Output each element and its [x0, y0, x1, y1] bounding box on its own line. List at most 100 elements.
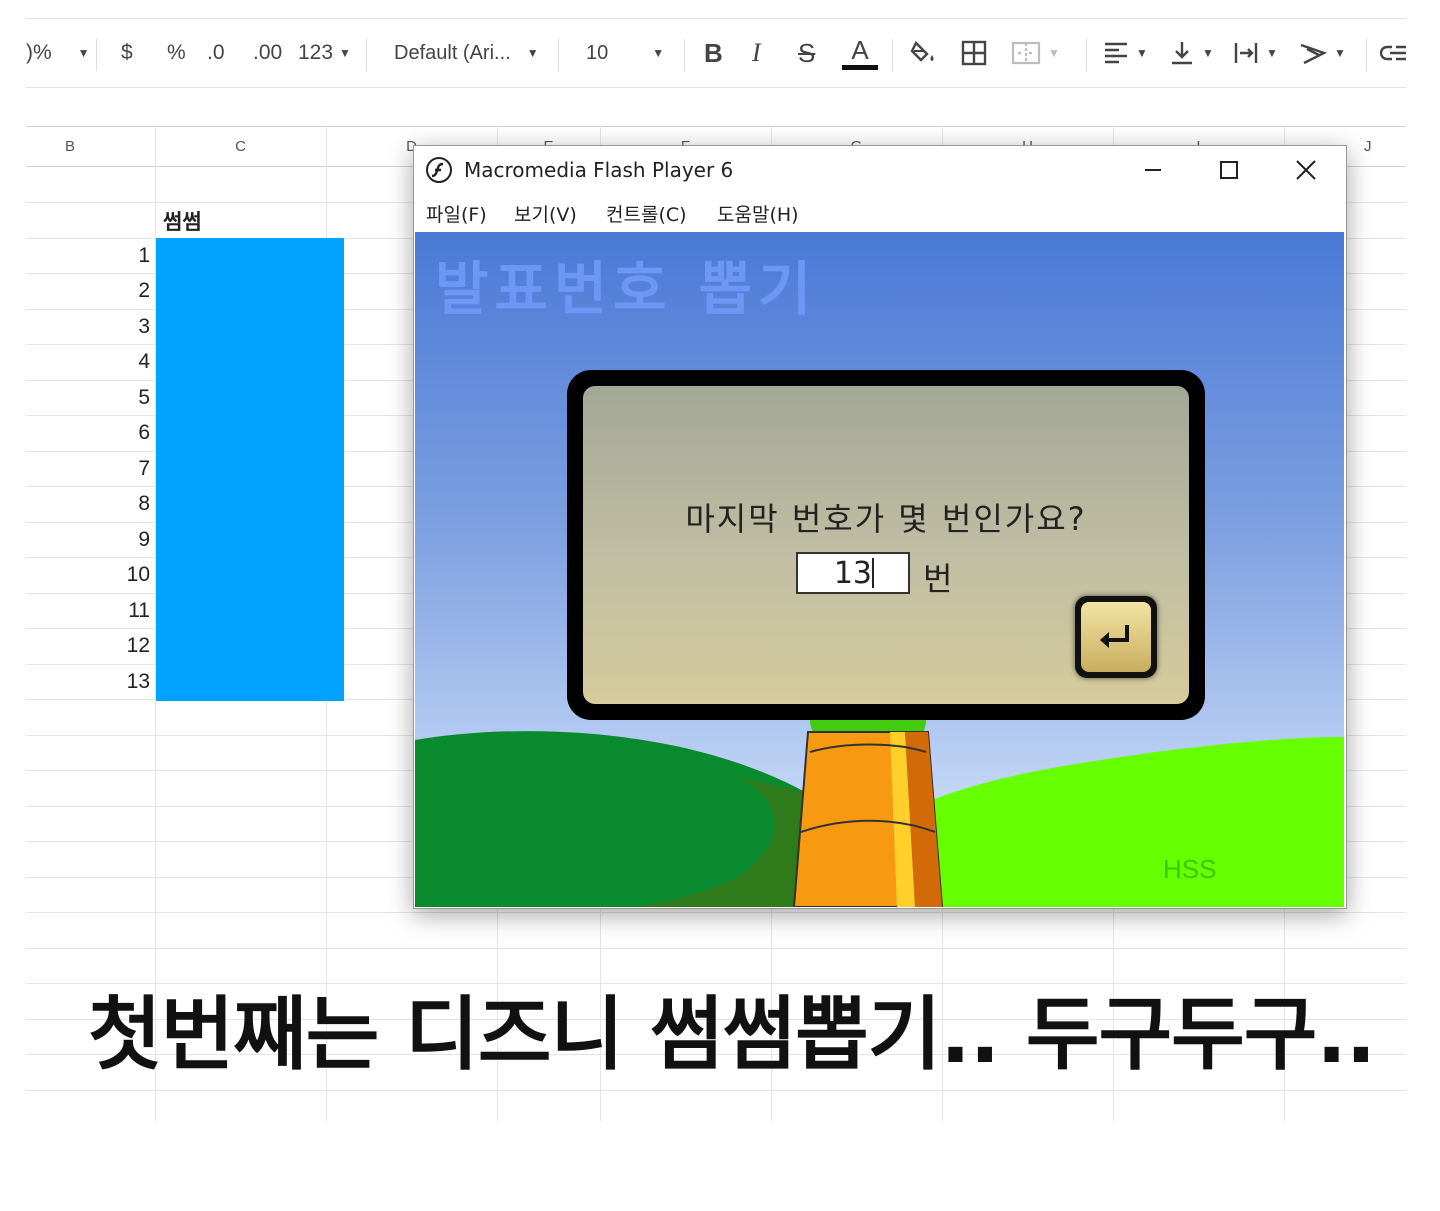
increase-decimal-button[interactable]: .00	[253, 19, 282, 87]
grid-line	[26, 1090, 1406, 1091]
question-panel: 마지막 번호가 몇 번인가요? 13 번	[567, 370, 1205, 720]
strikethrough-button[interactable]: S	[798, 19, 815, 87]
text-rotation-dropdown[interactable]: ▼	[1298, 19, 1346, 87]
grid-line	[26, 948, 1406, 949]
header-cell[interactable]: 썸썸	[163, 206, 202, 236]
list-item[interactable]: 6	[26, 421, 150, 445]
more-formats-label: 123	[298, 41, 334, 64]
list-item[interactable]: 12	[26, 634, 150, 658]
number-unit-label: 번	[923, 560, 953, 598]
italic-button[interactable]: I	[752, 19, 761, 87]
bold-label: B	[704, 37, 723, 68]
enter-button-face	[1081, 602, 1151, 672]
list-item[interactable]: 10	[26, 563, 150, 587]
flash-logo-icon	[426, 157, 452, 183]
chevron-down-icon: ▼	[1266, 46, 1278, 60]
paint-bucket-icon	[910, 40, 934, 62]
link-icon	[1380, 45, 1406, 61]
toolbar-divider	[366, 39, 367, 71]
text-color-button[interactable]: A	[842, 19, 878, 87]
enter-arrow-icon	[1100, 625, 1129, 648]
font-family-dropdown[interactable]: Default (Ari... ▼	[394, 19, 539, 87]
align-left-icon	[1105, 42, 1127, 64]
list-item[interactable]: 1	[26, 244, 150, 268]
list-item[interactable]: 5	[26, 386, 150, 410]
font-size-dropdown[interactable]: 10 ▼	[586, 19, 664, 87]
column-header-b[interactable]: B	[26, 126, 114, 166]
column-header-c[interactable]: C	[155, 126, 326, 166]
italic-label: I	[752, 38, 761, 67]
question-text: 마지막 번호가 몇 번인가요?	[685, 500, 1087, 538]
video-caption: 첫번째는 디즈니 썸썸뽑기.. 두구두구..	[88, 988, 1376, 1081]
toolbar-divider	[96, 39, 97, 71]
percent-format-button[interactable]: %	[167, 19, 186, 87]
list-item[interactable]: 3	[26, 315, 150, 339]
align-bottom-icon	[1172, 42, 1192, 65]
menu-view[interactable]: 보기(V)	[514, 200, 577, 227]
maximize-icon	[1220, 161, 1238, 179]
font-family-label: Default (Ari...	[394, 41, 511, 64]
toolbar-divider	[1086, 39, 1087, 71]
borders-button[interactable]	[960, 19, 988, 87]
fill-color-button[interactable]	[910, 19, 938, 87]
text-color-label: A	[851, 34, 869, 65]
text-color-swatch	[842, 64, 878, 70]
list-item[interactable]: 9	[26, 528, 150, 552]
increase-decimal-label: .00	[253, 41, 283, 64]
chevron-down-icon: ▼	[526, 46, 539, 60]
menu-file[interactable]: 파일(F)	[426, 200, 487, 227]
merge-cells-icon	[1011, 41, 1041, 65]
chevron-down-icon: ▼	[1202, 46, 1214, 60]
question-panel-inner: 마지막 번호가 몇 번인가요? 13 번	[583, 386, 1189, 704]
window-titlebar[interactable]: Macromedia Flash Player 6	[414, 146, 1346, 194]
window-title: Macromedia Flash Player 6	[464, 158, 734, 182]
close-icon	[1296, 160, 1316, 180]
highlighted-cell-range[interactable]	[156, 238, 344, 701]
currency-label: $	[121, 41, 133, 64]
chevron-down-icon: ▼	[652, 46, 665, 60]
flash-stage: 발표번호 뽑기 마지막 번호가 몇 번인가요? 13 번 HSS	[415, 232, 1344, 907]
enter-button[interactable]	[1075, 596, 1157, 678]
last-number-input[interactable]: 13	[796, 552, 910, 594]
watermark-text: HSS	[1163, 854, 1217, 884]
zoom-percent-dropdown[interactable]: )% ▼	[26, 19, 90, 87]
chevron-down-icon: ▼	[77, 46, 90, 60]
window-menubar: 파일(F) 보기(V) 컨트롤(C) 도움말(H)	[414, 194, 1346, 232]
close-button[interactable]	[1270, 146, 1342, 194]
text-wrap-dropdown[interactable]: ▼	[1232, 19, 1278, 87]
list-item[interactable]: 7	[26, 457, 150, 481]
list-item[interactable]: 8	[26, 492, 150, 516]
horizontal-align-dropdown[interactable]: ▼	[1102, 19, 1148, 87]
merge-cells-button[interactable]: ▼	[1010, 19, 1060, 87]
bold-button[interactable]: B	[704, 19, 723, 87]
chevron-down-icon: ▼	[1334, 46, 1346, 60]
decrease-decimal-button[interactable]: .0	[207, 19, 225, 87]
decrease-decimal-label: .0	[207, 41, 225, 64]
toolbar-divider	[1366, 39, 1367, 71]
borders-icon	[961, 40, 987, 66]
text-wrap-icon	[1234, 43, 1258, 63]
menu-control[interactable]: 컨트롤(C)	[606, 200, 687, 227]
minimize-icon	[1145, 169, 1161, 171]
grid-line	[26, 912, 1406, 913]
percent-label: %	[167, 41, 186, 64]
toolbar-divider	[892, 39, 893, 71]
list-item[interactable]: 13	[26, 670, 150, 694]
text-cursor	[872, 558, 874, 588]
chevron-down-icon: ▼	[339, 46, 351, 60]
currency-format-button[interactable]: $	[121, 19, 133, 87]
list-item[interactable]: 2	[26, 279, 150, 303]
more-formats-dropdown[interactable]: 123 ▼	[298, 19, 351, 87]
vertical-align-dropdown[interactable]: ▼	[1168, 19, 1214, 87]
sheets-toolbar: )% ▼ $ % .0 .00 123 ▼ Default (Ari... ▼ 10 ▼…	[26, 18, 1406, 88]
flash-player-window: Macromedia Flash Player 6 파일(F) 보기(V) 컨트…	[413, 145, 1347, 909]
chevron-down-icon: ▼	[1136, 46, 1148, 60]
maximize-button[interactable]	[1193, 146, 1265, 194]
chevron-down-icon: ▼	[1048, 46, 1060, 60]
strikethrough-label: S	[798, 37, 816, 68]
minimize-button[interactable]	[1117, 146, 1189, 194]
list-item[interactable]: 11	[26, 599, 150, 623]
insert-link-button[interactable]	[1380, 19, 1406, 87]
menu-help[interactable]: 도움말(H)	[717, 200, 799, 227]
list-item[interactable]: 4	[26, 350, 150, 374]
